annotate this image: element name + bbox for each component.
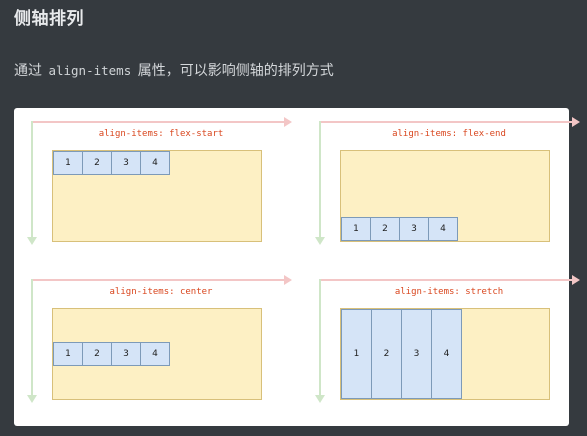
flex-item: 4 (140, 342, 170, 366)
flex-container: 1 2 3 4 (340, 308, 550, 400)
flex-container: 1 2 3 4 (52, 308, 262, 400)
flex-item: 2 (371, 309, 402, 399)
panel-title: align-items: flex-end (392, 129, 506, 139)
flex-item: 3 (399, 217, 429, 241)
panel-title: align-items: stretch (394, 287, 504, 297)
flex-item: 3 (111, 151, 141, 175)
flex-items: 1 2 3 4 (341, 309, 462, 399)
flex-item: 4 (428, 217, 458, 241)
flex-container: 1 2 3 4 (340, 150, 550, 242)
flex-items: 1 2 3 4 (341, 217, 458, 241)
panel-flex-end: align-items: flex-end 1 2 3 4 (314, 114, 584, 264)
flex-item: 3 (111, 342, 141, 366)
main-axis-arrow-icon (320, 117, 580, 127)
flex-item: 1 (341, 217, 371, 241)
description: 通过 align-items 属性，可以影响侧轴的排列方式 (14, 60, 334, 80)
main-axis-arrow-icon (32, 117, 292, 127)
panel-title: align-items: flex-start (98, 129, 224, 139)
flex-item: 4 (140, 151, 170, 175)
page: 侧轴排列 通过 align-items 属性，可以影响侧轴的排列方式 align… (0, 0, 587, 436)
flex-item: 3 (401, 309, 432, 399)
flex-item: 2 (82, 151, 112, 175)
flex-container: 1 2 3 4 (52, 150, 262, 242)
section-heading: 侧轴排列 (14, 9, 84, 29)
panel-title: align-items: center (109, 287, 213, 297)
flex-items: 1 2 3 4 (53, 342, 170, 366)
flex-item: 2 (82, 342, 112, 366)
inline-code: align-items (48, 63, 132, 78)
flex-item: 2 (370, 217, 400, 241)
main-axis-arrow-icon (320, 275, 580, 285)
panel-center: align-items: center 1 2 3 4 (26, 272, 296, 422)
panel-stretch: align-items: stretch 1 2 3 4 (314, 272, 584, 422)
flex-item: 1 (53, 342, 83, 366)
main-axis-arrow-icon (32, 275, 292, 285)
description-text-before: 通过 (14, 63, 42, 79)
diagram-figure: align-items: flex-start 1 2 3 4 align-it… (14, 108, 580, 426)
flex-item: 1 (341, 309, 372, 399)
flex-items: 1 2 3 4 (53, 151, 170, 175)
panel-flex-start: align-items: flex-start 1 2 3 4 (26, 114, 296, 264)
flex-item: 4 (431, 309, 462, 399)
flex-item: 1 (53, 151, 83, 175)
description-text-after: 属性，可以影响侧轴的排列方式 (137, 63, 334, 79)
